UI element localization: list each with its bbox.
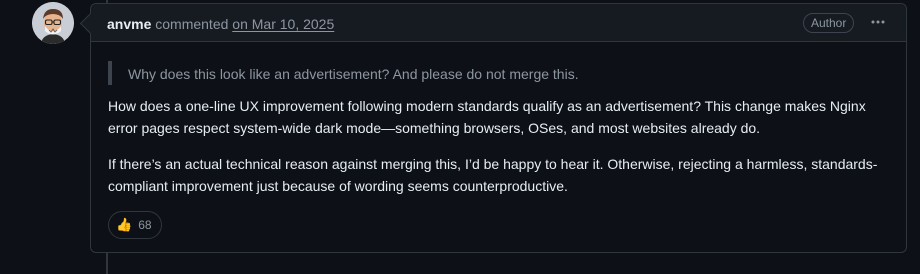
timestamp-link[interactable]: on Mar 10, 2025 (232, 16, 334, 32)
reaction-thumbs-up-button[interactable]: 👍 68 (108, 211, 162, 239)
author-link[interactable]: anvme (107, 16, 151, 32)
comment-paragraph: If there’s an actual technical reason ag… (108, 156, 878, 194)
comment-meta: anvme commented on Mar 10, 2025 (107, 15, 334, 33)
kebab-horizontal-icon[interactable] (866, 12, 890, 32)
comment-header: anvme commented on Mar 10, 2025 Author (91, 4, 906, 42)
author-badge: Author (803, 13, 855, 33)
comment-box: anvme commented on Mar 10, 2025 Author W… (79, 3, 907, 253)
reaction-count: 68 (138, 218, 152, 232)
avatar-memoji-icon (32, 2, 74, 44)
thumbs-up-icon: 👍 (116, 217, 133, 232)
comment-paragraph: How does a one-line UX improvement follo… (108, 98, 866, 136)
blockquote: Why does this look like an advertisement… (108, 61, 892, 85)
avatar[interactable] (32, 2, 74, 44)
quote-text: Why does this look like an advertisement… (128, 66, 579, 82)
comment-action: commented (155, 16, 229, 32)
